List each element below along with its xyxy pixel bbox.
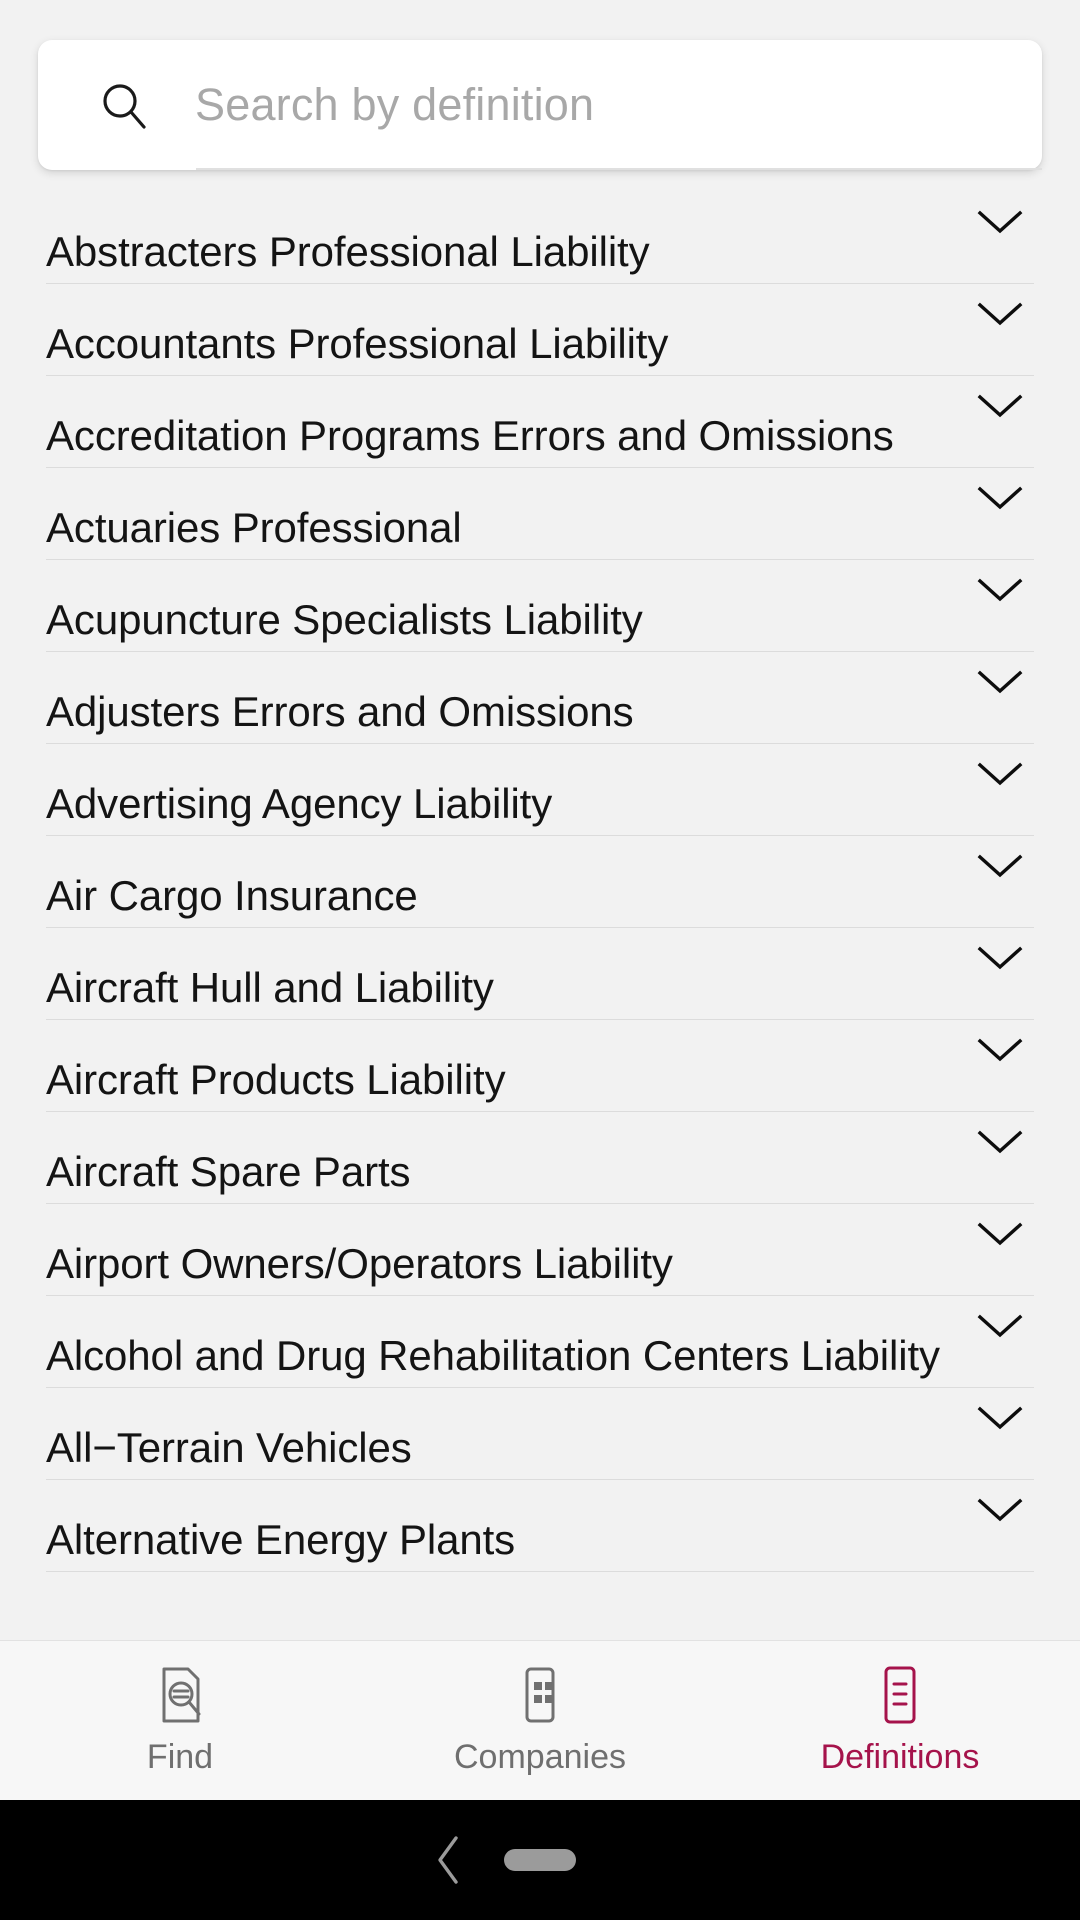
list-item[interactable]: Alternative Energy Plants [46,1480,1034,1572]
tab-label: Definitions [820,1738,980,1776]
list-item-label: Adjusters Errors and Omissions [46,688,634,735]
list-item[interactable]: All−Terrain Vehicles [46,1388,1034,1480]
list-item[interactable]: Acupuncture Specialists Liability [46,560,1034,652]
chevron-down-icon[interactable] [974,206,1026,236]
list-item-label: Aircraft Spare Parts [46,1148,411,1195]
list-item-label: Alternative Energy Plants [46,1516,516,1563]
chevron-down-icon[interactable] [974,1126,1026,1156]
list-item-label: Airport Owners/Operators Liability [46,1240,673,1287]
chevron-down-icon[interactable] [974,298,1026,328]
list-item-label: Acupuncture Specialists Liability [46,596,643,643]
home-pill-indicator[interactable] [504,1849,576,1871]
chevron-down-icon[interactable] [974,574,1026,604]
list-item[interactable]: Advertising Agency Liability [46,744,1034,836]
building-grid-icon [511,1664,569,1726]
list-item-label: Accreditation Programs Errors and Omissi… [46,412,894,459]
tab-definitions[interactable]: Definitions [720,1641,1080,1800]
list-item-label: Accountants Professional Liability [46,320,669,367]
tab-label: Companies [454,1738,626,1776]
chevron-down-icon[interactable] [974,942,1026,972]
list-item[interactable]: Adjusters Errors and Omissions [46,652,1034,744]
list-item-label: All−Terrain Vehicles [46,1424,412,1471]
list-item[interactable]: Alcohol and Drug Rehabilitation Centers … [46,1296,1034,1388]
document-lines-icon [871,1664,929,1726]
search-icon [98,79,150,131]
chevron-down-icon[interactable] [974,1402,1026,1432]
list-item[interactable]: Actuaries Professional [46,468,1034,560]
list-item-label: Air Cargo Insurance [46,872,418,919]
chevron-down-icon[interactable] [974,1034,1026,1064]
list-item-label: Aircraft Hull and Liability [46,964,494,1011]
list-item-label: Aircraft Products Liability [46,1056,506,1103]
chevron-down-icon[interactable] [974,1310,1026,1340]
chevron-down-icon[interactable] [974,758,1026,788]
chevron-down-icon[interactable] [974,1218,1026,1248]
list-item[interactable]: Accountants Professional Liability [46,284,1034,376]
android-system-nav [0,1800,1080,1920]
search-section: Search by definition [0,0,1080,170]
chevron-down-icon[interactable] [974,390,1026,420]
bottom-tab-bar: Find Companies Definitions [0,1640,1080,1800]
chevron-down-icon[interactable] [974,1494,1026,1524]
list-item[interactable]: Aircraft Spare Parts [46,1112,1034,1204]
document-search-icon [151,1664,209,1726]
search-bar[interactable]: Search by definition [38,40,1042,170]
chevron-down-icon[interactable] [974,666,1026,696]
tab-label: Find [146,1738,214,1776]
list-item[interactable]: Airport Owners/Operators Liability [46,1204,1034,1296]
search-underline [196,168,1042,170]
list-item[interactable]: Aircraft Products Liability [46,1020,1034,1112]
list-item[interactable]: Accreditation Programs Errors and Omissi… [46,376,1034,468]
list-item[interactable]: Air Cargo Insurance [46,836,1034,928]
app-root: Search by definition Abstracters Profess… [0,0,1080,1920]
back-chevron-icon[interactable] [216,1832,458,1888]
search-input[interactable]: Search by definition [195,79,594,131]
chevron-down-icon[interactable] [974,482,1026,512]
definition-list[interactable]: Abstracters Professional Liability Accoun… [0,192,1080,1640]
list-item-label: Actuaries Professional [46,504,462,551]
chevron-down-icon[interactable] [974,850,1026,880]
tab-companies[interactable]: Companies [360,1641,720,1800]
tab-find[interactable]: Find [0,1641,360,1800]
list-item[interactable]: Abstracters Professional Liability [46,192,1034,284]
list-item[interactable]: Aircraft Hull and Liability [46,928,1034,1020]
list-item-label: Alcohol and Drug Rehabilitation Centers … [46,1332,940,1379]
list-item-label: Advertising Agency Liability [46,780,553,827]
list-item-label: Abstracters Professional Liability [46,228,650,275]
